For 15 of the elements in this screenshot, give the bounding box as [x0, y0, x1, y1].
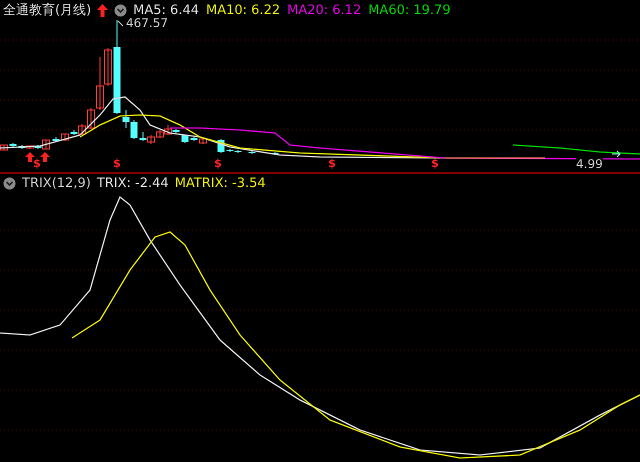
indicator-reading: MA5: 6.44: [133, 2, 199, 18]
indicator-reading: TRIX: -2.44: [96, 176, 169, 190]
high-price-label: 467.57: [126, 17, 168, 30]
signal-mark: $: [33, 157, 41, 170]
signal-mark: $: [328, 157, 336, 170]
last-price-label: 4.99: [576, 158, 603, 171]
indicator-reading: MATRIX: -3.54: [174, 176, 266, 190]
signal-mark: $: [214, 157, 222, 170]
indicator-title: TRIX(12,9): [22, 176, 91, 190]
indicator-reading: MA10: 6.22: [206, 2, 280, 18]
stock-title: 全通教育(月线): [3, 2, 92, 19]
indicator-reading: MA20: 6.12: [287, 2, 362, 18]
indicator-reading: MA60: 19.79: [368, 2, 451, 18]
signal-mark: $: [431, 157, 439, 170]
signal-mark: $: [113, 157, 121, 170]
